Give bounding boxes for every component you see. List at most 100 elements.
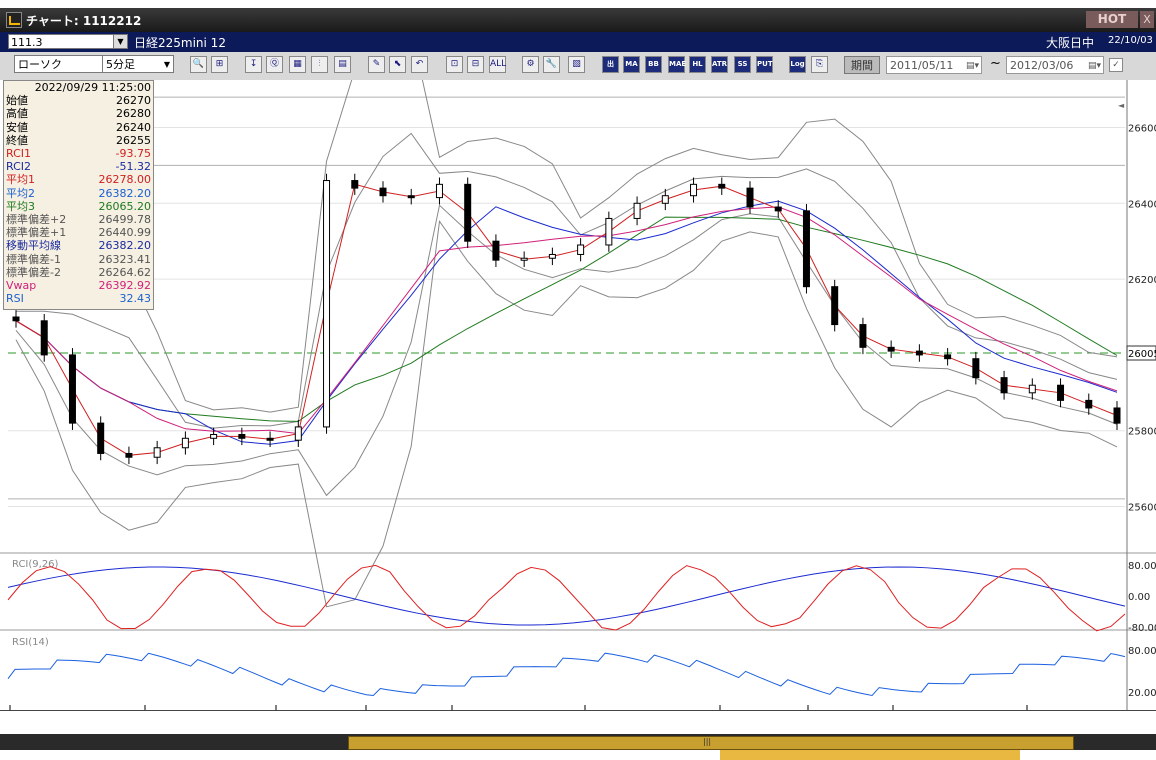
- draw-icon[interactable]: ↧: [245, 56, 262, 73]
- calendar-icon[interactable]: ▤▾: [1088, 57, 1101, 75]
- info-label: RCI2: [6, 160, 32, 174]
- info-label: 平均2: [6, 186, 35, 200]
- candle-body: [972, 358, 980, 379]
- ss-button[interactable]: SS: [734, 56, 751, 73]
- all-button[interactable]: ALL: [489, 56, 506, 73]
- time-scrollbar[interactable]: |||: [0, 734, 1156, 760]
- symbol-date: 22/10/03: [1108, 35, 1153, 46]
- color-icon[interactable]: ▧: [568, 56, 585, 73]
- candle-body: [379, 187, 387, 197]
- info-value: 26392.92: [98, 279, 152, 293]
- chart-area[interactable]: 26600264002620025800256002600510121429/8…: [0, 80, 1156, 740]
- info-value: -93.75: [115, 147, 151, 161]
- rci-tick-label: 0.00: [1128, 592, 1150, 603]
- window-title: チャート: 1112212: [26, 14, 142, 28]
- info-label: 始値: [6, 94, 28, 108]
- info-label: 平均1: [6, 173, 35, 187]
- exchange-session: 大阪日中: [1046, 36, 1095, 50]
- range-checkbox[interactable]: ✓: [1109, 58, 1123, 72]
- candle-body: [323, 180, 331, 428]
- info-row: 標準偏差-1 26323.41: [4, 253, 153, 266]
- price-tick-label: 26600: [1128, 123, 1156, 134]
- rsi-tick-label: 20.00: [1128, 688, 1156, 699]
- chevron-down-icon[interactable]: ▼: [113, 35, 127, 48]
- info-label: 標準偏差-1: [6, 252, 61, 266]
- title-bar: チャート: 1112212 HOT X: [0, 8, 1156, 32]
- info-value: 26323.41: [98, 252, 152, 266]
- candle-body: [802, 210, 810, 288]
- bb-button[interactable]: BB: [645, 56, 662, 73]
- date-to-input[interactable]: 2012/03/06 ▤▾: [1006, 56, 1104, 74]
- symbol-bar: 111.3 ▼ 日経225mini 12 大阪日中 22/10/03: [0, 32, 1156, 52]
- candle-body: [294, 426, 302, 441]
- candle-body: [12, 316, 20, 322]
- close-button[interactable]: X: [1140, 11, 1154, 28]
- range-tilde: ~: [990, 56, 1001, 71]
- candle-body: [1028, 384, 1036, 394]
- info-label: RSI: [6, 292, 24, 306]
- candle-2-icon[interactable]: ⊟: [467, 56, 484, 73]
- current-price-label: 26005: [1128, 349, 1156, 360]
- info-row: 平均1 26278.00: [4, 173, 153, 186]
- chart-background: [0, 80, 1156, 710]
- candle-body: [125, 452, 133, 458]
- volume-button[interactable]: 出: [602, 56, 619, 73]
- candle-body: [1057, 384, 1065, 401]
- info-rows: 始値 26270 高値 26280 安値 26240 終値 26255 RCI1 -93.75 RC…: [4, 94, 153, 305]
- wrench-icon[interactable]: 🔧: [543, 56, 560, 73]
- cursor-icon[interactable]: ⊞: [211, 56, 228, 73]
- compare-icon[interactable]: ▦: [289, 56, 306, 73]
- ma-button[interactable]: MA: [623, 56, 640, 73]
- candle-body: [690, 183, 698, 197]
- calendar-icon[interactable]: ▤▾: [966, 57, 979, 75]
- info-value: -51.32: [115, 160, 151, 174]
- memo-icon[interactable]: ▤: [334, 56, 351, 73]
- scrollbar-thumb[interactable]: |||: [348, 736, 1074, 750]
- candle-body: [492, 240, 500, 261]
- date-to-value: 2012/03/06: [1010, 59, 1074, 72]
- export-icon[interactable]: ⎘: [811, 56, 828, 73]
- date-from-input[interactable]: 2011/05/11 ▤▾: [886, 56, 982, 74]
- info-row: 安値 26240: [4, 121, 153, 134]
- magnify-icon[interactable]: Ⓠ: [266, 56, 283, 73]
- undo-icon[interactable]: ↶: [411, 56, 428, 73]
- info-label: 標準偏差+1: [6, 226, 67, 240]
- candle-body: [661, 195, 669, 204]
- settings-icon[interactable]: ⚙: [522, 56, 539, 73]
- info-row: 移動平均線 26382.20: [4, 239, 153, 252]
- hl-button[interactable]: HL: [689, 56, 706, 73]
- grip-icon: |||: [703, 737, 712, 746]
- info-value: 26278.00: [98, 173, 152, 187]
- period-button[interactable]: 期間: [844, 56, 880, 74]
- zoom-icon[interactable]: 🔍: [190, 56, 207, 73]
- log-button[interactable]: Log: [789, 56, 806, 73]
- info-row: 終値 26255: [4, 134, 153, 147]
- interval-select[interactable]: 5分足 ▼: [102, 55, 174, 73]
- candle-body: [238, 434, 246, 439]
- hot-button[interactable]: HOT: [1086, 11, 1138, 28]
- overview-selection[interactable]: [720, 750, 1020, 760]
- info-label: 移動平均線: [6, 239, 61, 253]
- split-icon[interactable]: ⫶: [311, 56, 328, 73]
- info-row: 高値 26280: [4, 107, 153, 120]
- info-row: RCI2 -51.32: [4, 160, 153, 173]
- chart-app-icon: [6, 12, 22, 28]
- rsi-panel-label: RSI(14): [12, 637, 49, 648]
- put-button[interactable]: PUT: [756, 56, 773, 73]
- candle-body: [605, 217, 613, 246]
- data-window: 2022/09/29 11:25:00 始値 26270 高値 26280 安値 2624…: [3, 80, 154, 310]
- rci-tick-label: 80.00: [1128, 561, 1156, 572]
- info-label: 終値: [6, 133, 28, 147]
- candle-body: [887, 346, 895, 352]
- atr-button[interactable]: ATR: [711, 56, 728, 73]
- info-row: Vwap 26392.92: [4, 279, 153, 292]
- candle-body: [68, 354, 76, 424]
- pointer-icon[interactable]: ⬉: [389, 56, 406, 73]
- candle-body: [181, 437, 189, 449]
- candle-1-icon[interactable]: ⊡: [446, 56, 463, 73]
- mae-button[interactable]: MAE: [668, 56, 686, 73]
- symbol-code-input[interactable]: 111.3 ▼: [8, 34, 128, 49]
- candle-body: [40, 320, 48, 356]
- toolbar: ローソク ▼ 5分足 ▼ 🔍⊞ ↧Ⓠ ▦ ⫶ ▤ ✎⬉ ↶ ⊡⊟ ALL ⚙🔧 ▧ 出MA BB MAEH…: [0, 52, 1156, 81]
- pen-icon[interactable]: ✎: [368, 56, 385, 73]
